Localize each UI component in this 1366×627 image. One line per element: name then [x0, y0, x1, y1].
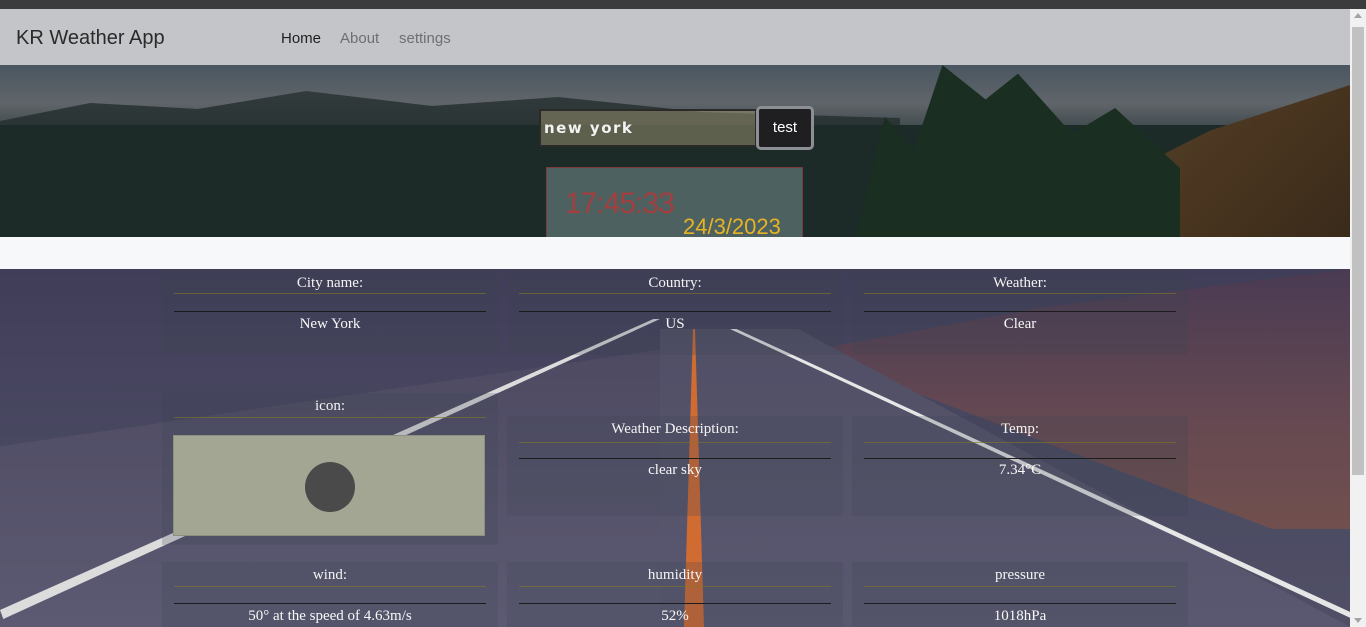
divider	[519, 311, 831, 312]
divider	[864, 311, 1176, 312]
temp-label: Temp:	[1000, 421, 1040, 437]
country-value: US	[665, 316, 685, 332]
humidity-value: 52%	[661, 608, 689, 624]
page-scrollbar[interactable]	[1350, 9, 1366, 627]
divider	[864, 458, 1176, 459]
humidity-card: humidity 52%	[507, 562, 843, 627]
humidity-label: humidity	[647, 567, 703, 583]
section-divider	[0, 237, 1350, 269]
wind-label: wind:	[312, 567, 348, 583]
divider	[519, 458, 831, 459]
pressure-card: pressure 1018hPa	[852, 562, 1188, 627]
divider	[519, 293, 831, 294]
divider	[519, 603, 831, 604]
weather-card: Weather: Clear	[852, 269, 1188, 355]
country-card: Country: US	[507, 269, 843, 355]
scrollbar-thumb[interactable]	[1352, 27, 1364, 475]
nav-link-settings[interactable]: settings	[399, 30, 451, 47]
description-label: Weather Description:	[611, 421, 739, 437]
divider	[519, 586, 831, 587]
divider	[174, 293, 486, 294]
city-label: City name:	[296, 275, 364, 291]
divider	[864, 586, 1176, 587]
city-value: New York	[299, 316, 361, 332]
clock-time: 17:45:33	[565, 187, 675, 220]
weather-condition-icon	[305, 462, 355, 512]
divider	[519, 442, 831, 443]
divider	[174, 311, 486, 312]
divider	[864, 293, 1176, 294]
divider	[174, 417, 486, 418]
divider	[174, 586, 486, 587]
icon-label: icon:	[315, 398, 345, 414]
description-value: clear sky	[648, 462, 702, 478]
divider	[864, 603, 1176, 604]
divider	[174, 603, 486, 604]
temp-card: Temp: 7.34°C	[852, 416, 1188, 516]
clock-date: 24/3/2023	[683, 214, 781, 237]
wind-card: wind: 50° at the speed of 4.63m/s	[162, 562, 498, 627]
browser-top-strip	[0, 0, 1366, 9]
city-search-input[interactable]: new york	[539, 109, 757, 147]
city-card: City name: New York	[162, 269, 498, 355]
pressure-value: 1018hPa	[993, 608, 1047, 624]
scroll-up-arrow-icon[interactable]	[1354, 13, 1362, 18]
divider	[864, 442, 1176, 443]
app-brand[interactable]: KR Weather App	[16, 27, 165, 50]
clock-panel: 17:45:33 24/3/2023	[546, 167, 803, 237]
country-label: Country:	[648, 275, 702, 291]
nav-link-home[interactable]: Home	[281, 30, 321, 47]
weather-label: Weather:	[993, 275, 1047, 291]
weather-value: Clear	[1003, 316, 1037, 332]
pressure-label: pressure	[995, 567, 1045, 583]
temp-value: 7.34°C	[998, 462, 1042, 478]
wind-value: 50° at the speed of 4.63m/s	[248, 608, 412, 624]
navbar: KR Weather App Home About settings	[0, 9, 1350, 65]
weather-icon-box	[173, 435, 485, 536]
description-card: Weather Description: clear sky	[507, 416, 843, 516]
nav-link-about[interactable]: About	[340, 30, 379, 47]
search-button[interactable]: test	[756, 106, 814, 150]
scroll-down-arrow-icon[interactable]	[1354, 618, 1362, 623]
